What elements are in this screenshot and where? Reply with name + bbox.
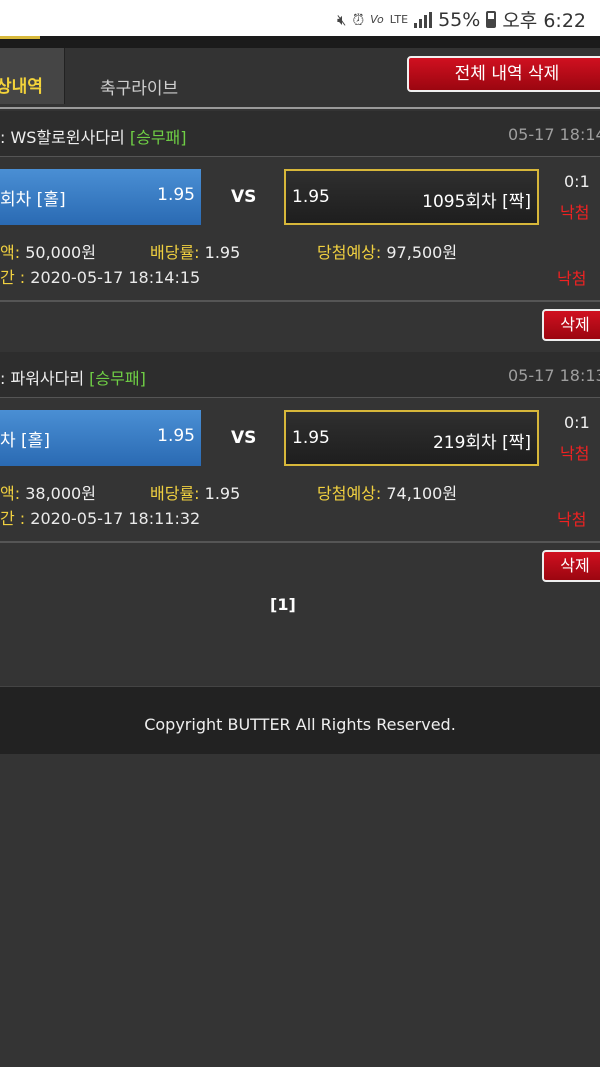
bet-odds: 배당률: 1.95 xyxy=(150,239,240,263)
away-odds: 1.95 xyxy=(292,187,330,207)
away-name: 219회차 [짝] xyxy=(432,433,531,453)
bet-datetime-value: 2020-05-17 18:11:32 xyxy=(30,509,201,528)
game-title: : WS할로윈사다리 xyxy=(0,128,125,147)
tab-bet-history-label: 상내역 xyxy=(0,77,43,97)
bet-datetime-label: 간 : xyxy=(0,268,26,287)
bet-time: 05-17 18:13 xyxy=(508,366,600,385)
home-odds: 1.95 xyxy=(157,426,195,446)
result-status: 낙첨 xyxy=(560,203,590,222)
game-name: : 파워사다리 [승무패] xyxy=(0,365,146,389)
status-icons: 🔇︎ ⏰︎ Vo LTE 55% 오후 6:22 xyxy=(337,6,586,33)
pagination-page[interactable]: [1] xyxy=(270,595,296,614)
bet-type: [승무패] xyxy=(89,369,146,388)
result-status-2: 낙첨 xyxy=(557,510,587,529)
away-selection[interactable]: 1.95 219회차 [짝] xyxy=(284,410,539,466)
battery-icon xyxy=(486,11,497,28)
bet-odds-value: 1.95 xyxy=(204,243,241,262)
home-name: 차 [홀] xyxy=(0,431,50,451)
home-odds: 1.95 xyxy=(157,185,195,205)
delete-all-button[interactable]: 전체 내역 삭제 xyxy=(407,56,600,92)
bet-amount: 액: 38,000원 xyxy=(0,480,96,504)
card-divider xyxy=(0,541,600,543)
card-divider xyxy=(0,300,600,302)
bet-odds: 배당률: 1.95 xyxy=(150,480,240,504)
bet-datetime: 간 : 2020-05-17 18:11:32 xyxy=(0,505,200,529)
vs-label: VS xyxy=(231,428,257,448)
vs-label: VS xyxy=(231,187,257,207)
bet-odds-label: 배당률: xyxy=(150,243,200,262)
score: 0:1 xyxy=(564,413,590,432)
mute-icon: 🔇︎ xyxy=(337,10,347,29)
score: 0:1 xyxy=(564,172,590,191)
away-name: 1095회차 [짝] xyxy=(422,192,531,212)
clock: 오후 6:22 xyxy=(502,10,586,32)
bet-datetime: 간 : 2020-05-17 18:14:15 xyxy=(0,264,200,288)
bet-amount: 액: 50,000원 xyxy=(0,239,96,263)
away-odds: 1.95 xyxy=(292,428,330,448)
expected-win-label: 당첨예상: xyxy=(317,484,382,503)
tab-divider xyxy=(0,107,600,109)
tab-bet-history[interactable]: 상내역 xyxy=(0,48,65,104)
bet-amount-label: 액: xyxy=(0,243,21,262)
status-bar: 🔇︎ ⏰︎ Vo LTE 55% 오후 6:22 xyxy=(0,0,600,36)
footer: Copyright BUTTER All Rights Reserved. xyxy=(0,686,600,754)
expected-win-value: 74,100원 xyxy=(386,484,458,503)
tab-soccer-live[interactable]: 축구라이브 xyxy=(100,74,178,99)
result-status-2: 낙첨 xyxy=(557,269,587,288)
bet-amount-label: 액: xyxy=(0,484,21,503)
bet-card-header: : 파워사다리 [승무패] 05-17 18:13 xyxy=(0,352,600,398)
expected-win-label: 당첨예상: xyxy=(317,243,382,262)
expected-win: 당첨예상: 97,500원 xyxy=(317,239,457,263)
battery-percent: 55% xyxy=(438,8,481,31)
home-name: 회차 [홀] xyxy=(0,190,66,210)
result-status: 낙첨 xyxy=(560,444,590,463)
copyright-text: Copyright BUTTER All Rights Reserved. xyxy=(144,715,456,734)
delete-button[interactable]: 삭제 xyxy=(542,309,600,341)
game-title: : 파워사다리 xyxy=(0,369,85,388)
bet-odds-label: 배당률: xyxy=(150,484,200,503)
home-selection[interactable]: 차 [홀] 1.95 xyxy=(0,410,201,466)
bet-type: [승무패] xyxy=(129,128,187,147)
bet-datetime-label: 간 : xyxy=(0,509,26,528)
lte-icon: LTE xyxy=(389,13,409,26)
header-indicator xyxy=(0,36,40,39)
game-name: : WS할로윈사다리 [승무패] xyxy=(0,124,187,148)
volte-icon: Vo xyxy=(370,13,384,26)
bet-datetime-value: 2020-05-17 18:14:15 xyxy=(30,268,201,287)
bet-amount-value: 38,000원 xyxy=(25,484,96,503)
expected-win: 당첨예상: 74,100원 xyxy=(317,480,457,504)
bet-amount-value: 50,000원 xyxy=(25,243,96,262)
tab-bar: 상내역 축구라이브 전체 내역 삭제 xyxy=(0,48,600,110)
bet-card-header: : WS할로윈사다리 [승무패] 05-17 18:14 xyxy=(0,111,600,157)
bet-odds-value: 1.95 xyxy=(204,484,241,503)
alarm-icon: ⏰︎ xyxy=(352,10,365,29)
expected-win-value: 97,500원 xyxy=(386,243,458,262)
signal-icon xyxy=(414,11,433,28)
delete-button[interactable]: 삭제 xyxy=(542,550,600,582)
bet-time: 05-17 18:14 xyxy=(508,125,600,144)
header-strip xyxy=(0,36,600,48)
away-selection[interactable]: 1.95 1095회차 [짝] xyxy=(284,169,539,225)
home-selection[interactable]: 회차 [홀] 1.95 xyxy=(0,169,201,225)
